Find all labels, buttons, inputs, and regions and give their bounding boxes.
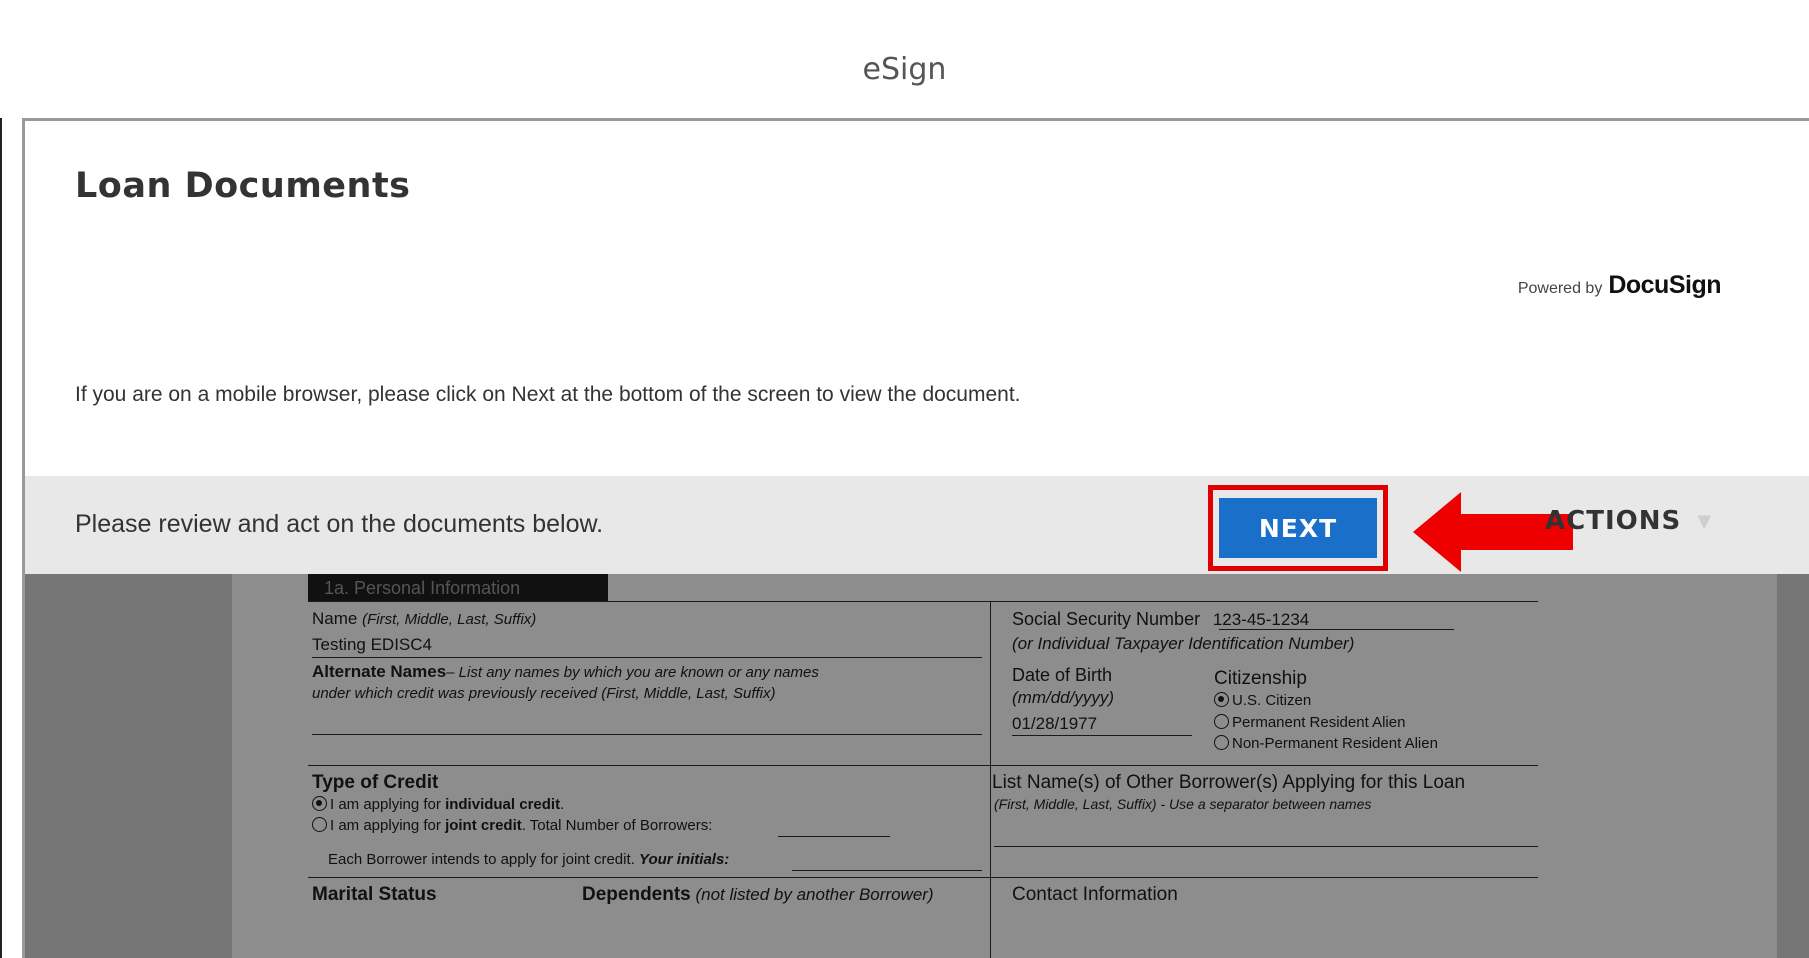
action-bar: Please review and act on the documents b… <box>25 476 1809 574</box>
ssn-hint: (or Individual Taxpayer Identification N… <box>1012 634 1355 653</box>
ssn-value: 123-45-1234 <box>1212 610 1310 629</box>
section-tab: 1a. Personal Information <box>308 574 608 602</box>
name-underline <box>312 657 982 658</box>
individual-credit-option: I am applying for individual credit. <box>312 796 564 813</box>
next-button[interactable]: NEXT <box>1219 498 1377 558</box>
window-header: eSign <box>0 0 1809 118</box>
type-of-credit-label: Type of Credit <box>312 772 439 793</box>
radio-checked-icon <box>312 796 327 811</box>
mobile-instruction-text: If you are on a mobile browser, please c… <box>75 383 1021 406</box>
citizenship-option-pra: Permanent Resident Alien <box>1214 714 1405 731</box>
initials-label: Your initials: <box>639 851 730 868</box>
docusign-logo: DocuSign <box>1608 271 1721 299</box>
radio-unchecked-icon <box>1214 735 1229 750</box>
dob-underline <box>1012 735 1192 736</box>
column-divider <box>990 601 991 958</box>
ssn-underline <box>1219 629 1454 630</box>
contact-information-label: Contact Information <box>1012 884 1178 905</box>
opt2-text: I am applying for <box>330 817 446 834</box>
initials-line <box>792 870 982 871</box>
ssn-label: Social Security Number <box>1012 609 1201 629</box>
alt-names-hint-1: – List any names by which you are known … <box>446 664 819 681</box>
citizenship-pra: Permanent Resident Alien <box>1232 714 1406 731</box>
dob-label: Date of Birth <box>1012 665 1113 685</box>
joint-initials-text: Each Borrower intends to apply for joint… <box>328 851 729 868</box>
section-tab-label: 1a. Personal Information <box>324 578 521 598</box>
name-label: Name <box>312 609 358 628</box>
name-hint: (First, Middle, Last, Suffix) <box>362 611 537 628</box>
initials-text: Each Borrower intends to apply for joint… <box>328 851 635 868</box>
radio-unchecked-icon <box>1214 714 1229 729</box>
other-actions-label: ACTIONS <box>1545 506 1682 536</box>
dob-value: 01/28/1977 <box>1012 714 1098 733</box>
document-page: 1a. Personal Information Name (First, Mi… <box>232 574 1777 958</box>
window-title: eSign <box>862 52 947 87</box>
next-button-highlight: NEXT <box>1208 485 1388 571</box>
divider <box>308 877 1538 878</box>
opt2-bold: joint credit <box>445 817 522 834</box>
citizenship-label: Citizenship <box>1214 668 1307 689</box>
joint-credit-option: I am applying for joint credit. Total Nu… <box>312 817 712 834</box>
alternate-names-label: Alternate Names– List any names by which… <box>312 662 819 682</box>
borrowers-count-line <box>778 836 890 837</box>
dependents-hint: (not listed by another Borrower) <box>695 885 934 904</box>
citizenship-option-us: U.S. Citizen <box>1214 692 1311 709</box>
marital-status-label: Marital Status <box>312 884 437 905</box>
citizenship-npra: Non-Permanent Resident Alien <box>1232 735 1438 752</box>
powered-by-label: Powered by <box>1517 280 1603 297</box>
name-field-label: Name (First, Middle, Last, Suffix) <box>312 609 536 629</box>
dob-hint: (mm/dd/yyyy) <box>1012 688 1114 707</box>
radio-unchecked-icon <box>312 817 327 832</box>
other-borrowers-hint: (First, Middle, Last, Suffix) - Use a se… <box>994 796 1372 812</box>
alt-names-underline <box>312 734 982 735</box>
document-viewer[interactable]: 1a. Personal Information Name (First, Mi… <box>25 574 1809 958</box>
name-value: Testing EDISC4 <box>312 635 432 654</box>
esign-panel: Loan Documents Powered by DocuSign If yo… <box>22 118 1809 958</box>
opt2-post: . Total Number of Borrowers: <box>521 817 713 834</box>
citizenship-option-npra: Non-Permanent Resident Alien <box>1214 735 1438 752</box>
radio-checked-icon <box>1214 692 1229 707</box>
dependents-title: Dependents <box>582 884 691 905</box>
alt-names-hint-2: under which credit was previously receiv… <box>312 685 776 702</box>
other-borrowers-label: List Name(s) of Other Borrower(s) Applyi… <box>992 772 1466 793</box>
opt1-text: I am applying for <box>330 796 446 813</box>
opt1-bold: individual credit <box>445 796 561 813</box>
dependents-label: Dependents (not listed by another Borrow… <box>582 884 934 906</box>
divider <box>308 601 1538 602</box>
divider <box>308 765 1538 766</box>
ssn-field: Social Security Number 123-45-1234 <box>1012 609 1309 630</box>
alt-names-title: Alternate Names <box>312 662 447 681</box>
chevron-down-icon: ▼ <box>1697 510 1713 532</box>
page-title: Loan Documents <box>75 166 411 206</box>
powered-by-docusign: Powered by DocuSign <box>1517 271 1722 300</box>
other-borrowers-line <box>994 846 1538 847</box>
review-message: Please review and act on the documents b… <box>75 510 604 538</box>
other-actions-menu[interactable]: ACTIONS ▼ <box>1545 506 1712 536</box>
citizenship-us: U.S. Citizen <box>1232 692 1312 709</box>
